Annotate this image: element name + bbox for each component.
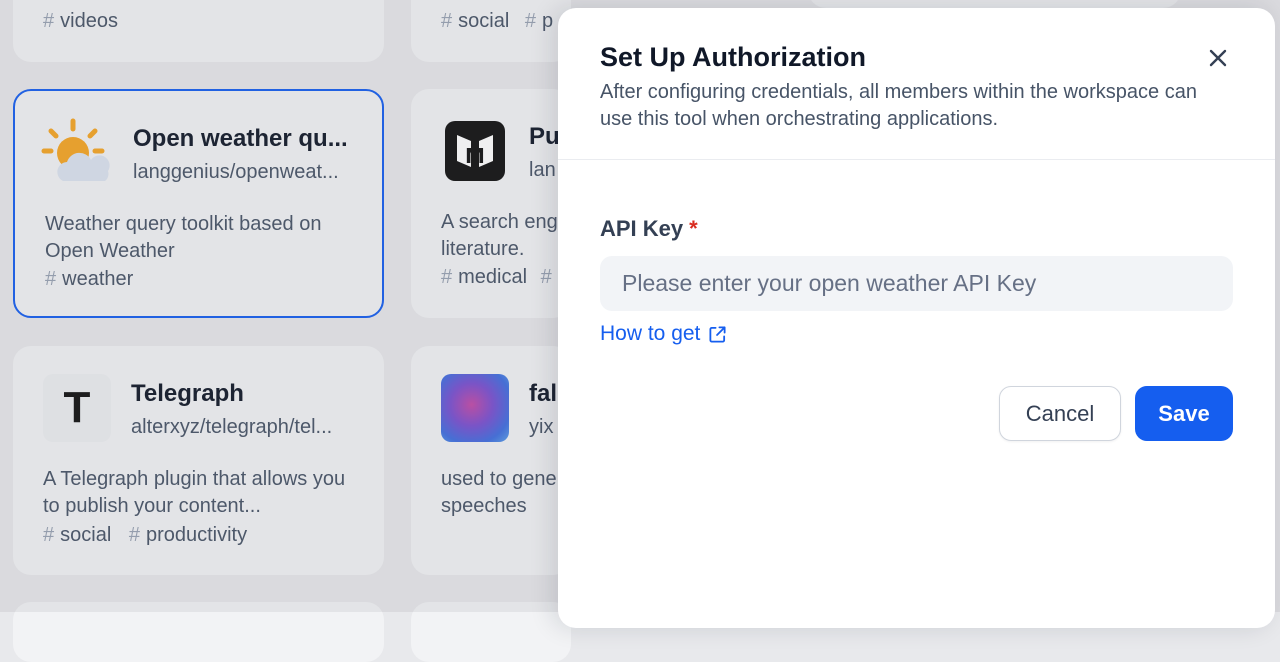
save-button[interactable]: Save bbox=[1135, 386, 1233, 441]
api-key-label-text: API Key bbox=[600, 216, 684, 241]
cancel-button[interactable]: Cancel bbox=[999, 386, 1121, 441]
panel-title: Set Up Authorization bbox=[600, 42, 866, 72]
authorization-panel: Set Up Authorization After configuring c… bbox=[558, 8, 1275, 628]
panel-description: After configuring credentials, all membe… bbox=[600, 81, 1197, 130]
close-button[interactable] bbox=[1204, 44, 1232, 72]
external-link-icon bbox=[709, 325, 726, 343]
how-to-get-link[interactable]: How to get bbox=[600, 322, 727, 346]
api-key-input[interactable] bbox=[600, 256, 1233, 311]
required-mark: * bbox=[689, 216, 698, 241]
api-key-label: API Key * bbox=[600, 216, 698, 242]
how-to-get-label: How to get bbox=[600, 322, 701, 345]
close-icon bbox=[1209, 49, 1227, 67]
divider bbox=[558, 159, 1275, 160]
